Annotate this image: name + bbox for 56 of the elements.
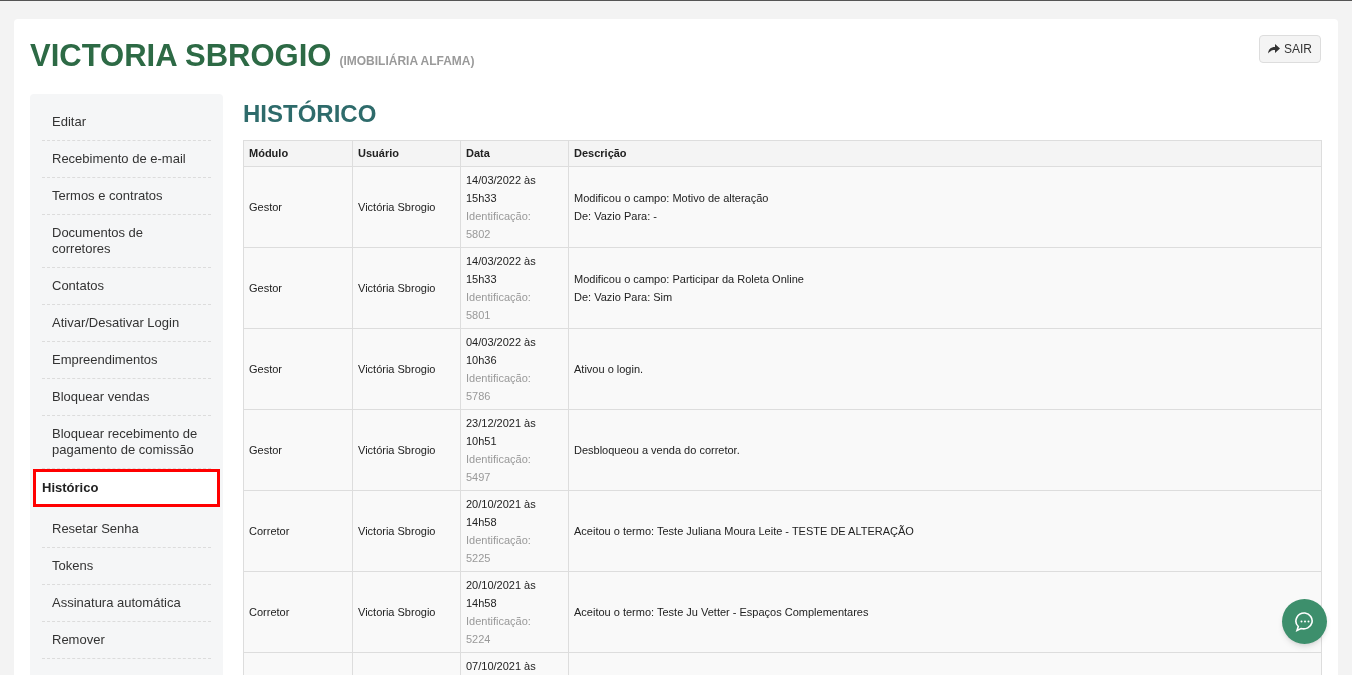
user-cell-text: Victoria Sbrogio [358,604,437,620]
description-text: Desbloqueou a venda do corretor. [574,443,740,458]
user-cell-text: Victoria Sbrogio [358,523,437,539]
module-cell-text: Gestor [249,361,283,377]
date-text: 07/10/2021 às [466,659,537,674]
sidebar-item[interactable]: Histórico [33,469,220,507]
identification-text: Identificação: 5224 [466,614,532,647]
date-text: 20/10/2021 às 14h58 [466,497,537,530]
module-cell-text: Gestor [249,280,283,296]
sidebar-item[interactable]: Ativar/Desativar Login [42,305,211,342]
sidebar-item[interactable]: Remover [42,622,211,659]
section-title: HISTÓRICO [243,99,378,129]
sidebar-item[interactable]: Assinatura automática [42,585,211,622]
description-text: Modificou o campo: Participar da Roleta Online [574,272,804,287]
date-text: 14/03/2022 às 15h33 [466,254,537,287]
user-cell-text: Victória Sbrogio [358,199,437,215]
column-header: Data [460,140,569,167]
identification-text: Identificação: 5786 [466,371,532,404]
sidebar-item[interactable]: Empreendimentos [42,342,211,379]
description-text: Modificou o campo: Motivo de alteração [574,191,769,206]
date-text: 14/03/2022 às 15h33 [466,173,537,206]
module-cell-text: Corretor [249,604,291,620]
identification-text: Identificação: 5225 [466,533,532,566]
column-header: Descrição [568,140,1322,167]
description-text: Aceitou o termo: Teste Juliana Moura Leite - TESTE DE ALTERAÇÃO [574,524,914,539]
module-cell-text: Gestor [249,199,283,215]
chat-bubble-icon [1293,610,1316,633]
column-header: Módulo [243,140,353,167]
page-title: VICTORIA SBROGIO [30,37,332,75]
description-text: De: Vazio Para: Sim [574,290,673,305]
share-arrow-icon [1268,44,1280,54]
identification-text: Identificação: 5801 [466,290,532,323]
logout-button[interactable]: SAIR [1259,35,1321,63]
module-cell-text: Corretor [249,523,291,539]
user-cell-text: Victória Sbrogio [358,442,437,458]
sidebar-item[interactable]: Recebimento de e-mail [42,141,211,178]
column-header: Usuário [352,140,461,167]
user-cell-text: Victória Sbrogio [358,280,437,296]
description-text: Aceitou o termo: Teste Ju Vetter - Espaços Complementares [574,605,869,620]
sidebar-item[interactable]: Resetar Senha [42,511,211,548]
description-text: De: Vazio Para: - [574,209,657,224]
date-text: 04/03/2022 às 10h36 [466,335,537,368]
company-name: (IMOBILIÁRIA ALFAMA) [339,52,475,70]
sidebar-item[interactable]: Editar [42,104,211,141]
sidebar-item[interactable]: Documentos de corretores [42,215,211,268]
user-cell-text: Victória Sbrogio [358,361,437,377]
identification-text: Identificação: 5497 [466,452,532,485]
sidebar-item[interactable]: Bloquear vendas [42,379,211,416]
identification-text: Identificação: 5802 [466,209,532,242]
sidebar-item[interactable]: Termos e contratos [42,178,211,215]
description-text: Ativou o login. [574,362,644,377]
sidebar-item[interactable]: Tokens [42,548,211,585]
module-cell-text: Gestor [249,442,283,458]
date-text: 20/10/2021 às 14h58 [466,578,537,611]
sidebar-item[interactable]: Contatos [42,268,211,305]
date-text: 23/12/2021 às 10h51 [466,416,537,449]
